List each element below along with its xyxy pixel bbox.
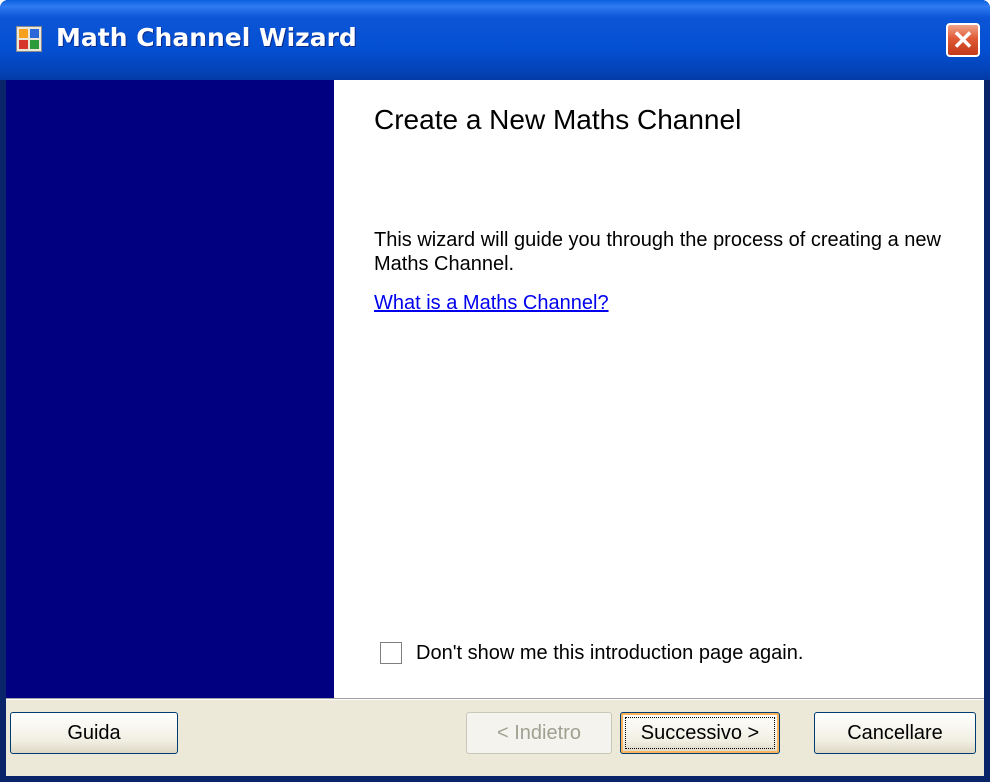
back-button[interactable]: < Indietro (466, 712, 612, 754)
page-title: Create a New Maths Channel (374, 104, 742, 135)
intro-description: This wizard will guide you through the p… (374, 229, 941, 275)
what-is-maths-channel-link[interactable]: What is a Maths Channel? (374, 292, 609, 315)
title-bar[interactable]: Math Channel Wizard ✕ (0, 0, 990, 80)
cancel-button[interactable]: Cancellare (814, 712, 976, 754)
close-button[interactable]: ✕ (946, 23, 980, 57)
wizard-app-icon (16, 26, 42, 52)
dont-show-again-option[interactable]: Don't show me this introduction page aga… (380, 640, 803, 666)
close-icon: ✕ (952, 25, 974, 55)
window-title: Math Channel Wizard (56, 23, 357, 52)
dont-show-again-label[interactable]: Don't show me this introduction page aga… (416, 642, 803, 665)
next-button[interactable]: Successivo > (620, 712, 780, 754)
wizard-body: Create a New Maths Channel This wizard w… (6, 80, 984, 776)
dont-show-again-checkbox[interactable] (380, 642, 402, 664)
help-button[interactable]: Guida (10, 712, 178, 754)
button-bar-separator (6, 698, 984, 700)
content-panel: Create a New Maths Channel This wizard w… (334, 80, 984, 698)
side-banner-panel (6, 80, 334, 698)
wizard-window: Math Channel Wizard ✕ Create a New Maths… (0, 0, 990, 782)
